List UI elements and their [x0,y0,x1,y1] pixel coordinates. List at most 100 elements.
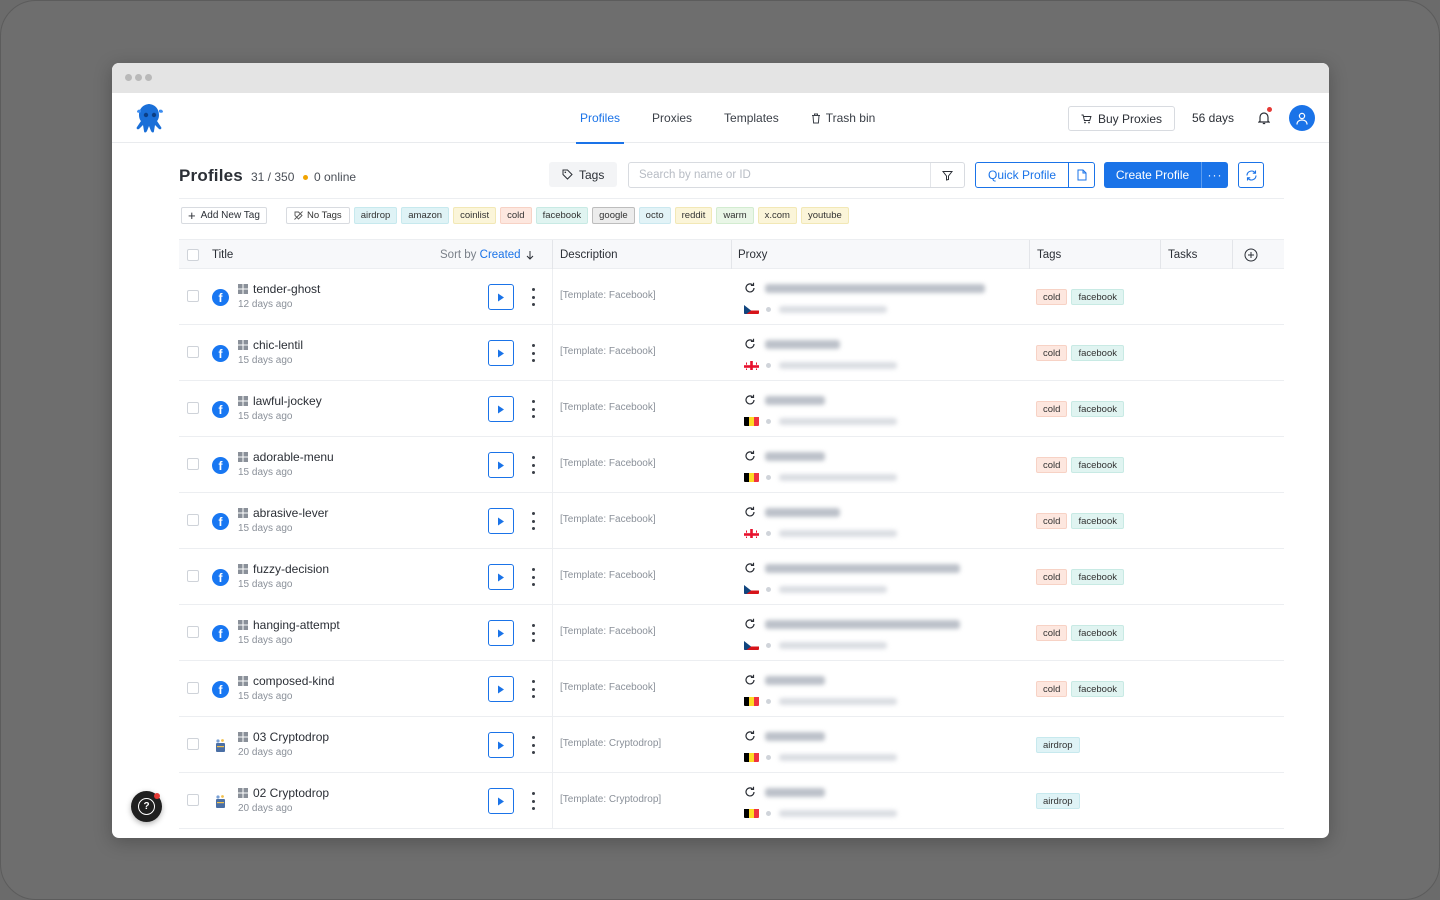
table-row[interactable]: f composed-kind 15 days ago [Template: Face… [179,661,1284,717]
octopus-logo-icon[interactable] [133,101,167,135]
row-menu-icon[interactable] [529,624,537,642]
row-tag-chip[interactable]: facebook [1071,289,1124,305]
row-checkbox[interactable] [187,346,199,358]
tag-chip-reddit[interactable]: reddit [674,207,713,224]
row-checkbox[interactable] [187,570,199,582]
start-profile-button[interactable] [488,620,514,646]
window-controls[interactable] [125,74,152,81]
create-profile-button[interactable]: Create Profile ··· [1104,162,1228,188]
row-tag-chip[interactable]: facebook [1071,457,1124,473]
row-tag-chip[interactable]: facebook [1071,401,1124,417]
profile-title-cell[interactable]: adorable-menu 15 days ago [238,450,334,478]
proxy-reload-icon[interactable] [744,338,756,350]
tag-chip-warm[interactable]: warm [716,207,754,224]
profile-title-cell[interactable]: hanging-attempt 15 days ago [238,618,340,646]
sort-control[interactable]: Sort by Created [440,240,535,269]
profile-title-cell[interactable]: 03 Cryptodrop 20 days ago [238,730,329,758]
row-menu-icon[interactable] [529,568,537,586]
nav-templates[interactable]: Templates [708,93,795,143]
row-checkbox[interactable] [187,794,199,806]
profile-title-cell[interactable]: fuzzy-decision 15 days ago [238,562,329,590]
row-tag-chip[interactable]: cold [1036,513,1068,529]
row-tag-chip[interactable]: cold [1036,345,1068,361]
row-tag-chip[interactable]: cold [1036,625,1068,641]
start-profile-button[interactable] [488,340,514,366]
nav-trash-bin[interactable]: Trash bin [795,93,892,143]
row-checkbox[interactable] [187,738,199,750]
refresh-button[interactable] [1238,162,1264,188]
buy-proxies-button[interactable]: Buy Proxies [1068,106,1176,131]
start-profile-button[interactable] [488,508,514,534]
proxy-reload-icon[interactable] [744,786,756,798]
tag-chip-octo[interactable]: octo [638,207,671,224]
start-profile-button[interactable] [488,452,514,478]
table-row[interactable]: f chic-lentil 15 days ago [Template: Facebo… [179,325,1284,381]
row-checkbox[interactable] [187,514,199,526]
tag-chip-facebook[interactable]: facebook [535,207,589,224]
row-tag-chip[interactable]: cold [1036,401,1068,417]
profile-title-cell[interactable]: 02 Cryptodrop 20 days ago [238,786,329,814]
profile-title-cell[interactable]: abrasive-lever 15 days ago [238,506,328,534]
quick-profile-button[interactable]: Quick Profile [975,162,1095,188]
document-icon[interactable] [1069,163,1094,187]
row-checkbox[interactable] [187,402,199,414]
tags-button[interactable]: Tags [549,162,618,187]
row-tag-chip[interactable]: facebook [1071,513,1124,529]
proxy-reload-icon[interactable] [744,282,756,294]
profile-title-cell[interactable]: tender-ghost 12 days ago [238,282,320,310]
nav-proxies[interactable]: Proxies [636,93,708,143]
start-profile-button[interactable] [488,396,514,422]
tag-chip-airdrop[interactable]: airdrop [353,207,398,224]
row-tag-chip[interactable]: cold [1036,569,1068,585]
tag-chip-coinlist[interactable]: coinlist [453,207,497,224]
row-menu-icon[interactable] [529,456,537,474]
tag-chip-cold[interactable]: cold [500,207,532,224]
table-row[interactable]: f lawful-jockey 15 days ago [Template: Face… [179,381,1284,437]
row-menu-icon[interactable] [529,512,537,530]
proxy-reload-icon[interactable] [744,674,756,686]
proxy-reload-icon[interactable] [744,450,756,462]
tag-chip-amazon[interactable]: amazon [401,207,450,224]
table-row[interactable]: 03 Cryptodrop 20 days ago [Template: Crypt… [179,717,1284,773]
table-row[interactable]: f fuzzy-decision 15 days ago [Template: Fac… [179,549,1284,605]
nav-profiles[interactable]: Profiles [564,93,636,144]
filter-icon[interactable] [930,163,964,187]
tag-chip-google[interactable]: google [592,207,635,224]
row-tag-chip[interactable]: airdrop [1036,737,1080,753]
more-options-icon[interactable]: ··· [1202,162,1228,188]
proxy-reload-icon[interactable] [744,506,756,518]
start-profile-button[interactable] [488,788,514,814]
start-profile-button[interactable] [488,284,514,310]
table-row[interactable]: f hanging-attempt 15 days ago [Template: Fa… [179,605,1284,661]
row-checkbox[interactable] [187,290,199,302]
search-input[interactable] [629,163,919,187]
row-checkbox[interactable] [187,682,199,694]
row-tag-chip[interactable]: facebook [1071,569,1124,585]
row-menu-icon[interactable] [529,792,537,810]
row-checkbox[interactable] [187,458,199,470]
start-profile-button[interactable] [488,676,514,702]
row-tag-chip[interactable]: cold [1036,457,1068,473]
row-tag-chip[interactable]: facebook [1071,681,1124,697]
row-tag-chip[interactable]: airdrop [1036,793,1080,809]
tag-chip-no-tags[interactable]: No Tags [286,207,350,224]
add-column-icon[interactable] [1244,240,1258,269]
table-row[interactable]: f tender-ghost 12 days ago [Template: Faceb… [179,269,1284,325]
row-menu-icon[interactable] [529,288,537,306]
proxy-reload-icon[interactable] [744,562,756,574]
tag-chip-youtube[interactable]: youtube [800,207,849,224]
proxy-reload-icon[interactable] [744,618,756,630]
row-menu-icon[interactable] [529,680,537,698]
proxy-reload-icon[interactable] [744,730,756,742]
add-new-tag-button[interactable]: + Add New Tag [181,207,267,224]
notifications-bell-icon[interactable] [1256,107,1272,127]
profile-title-cell[interactable]: lawful-jockey 15 days ago [238,394,322,422]
user-avatar[interactable] [1289,105,1315,131]
table-row[interactable]: f abrasive-lever 15 days ago [Template: Fac… [179,493,1284,549]
profile-title-cell[interactable]: composed-kind 15 days ago [238,674,334,702]
row-checkbox[interactable] [187,626,199,638]
tag-chip-x-com[interactable]: x.com [757,207,797,224]
select-all-checkbox[interactable] [187,240,199,269]
help-button[interactable]: ? [131,791,162,822]
row-tag-chip[interactable]: facebook [1071,625,1124,641]
